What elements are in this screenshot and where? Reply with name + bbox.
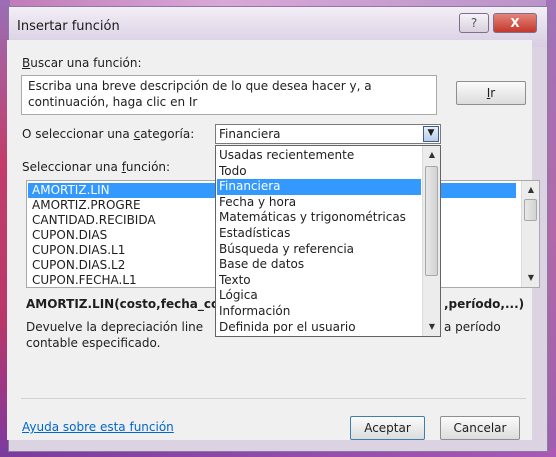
chevron-down-icon[interactable]: ▼ bbox=[423, 126, 439, 142]
dropdown-option[interactable]: Usadas recientemente bbox=[217, 148, 421, 164]
accept-button[interactable]: Aceptar bbox=[350, 416, 425, 440]
function-syntax-right: ,período,...) bbox=[444, 297, 525, 311]
category-select[interactable]: Financiera ▼ bbox=[215, 124, 441, 144]
dropdown-option[interactable]: Todo bbox=[217, 164, 421, 180]
dropdown-option[interactable]: Búsqueda y referencia bbox=[217, 242, 421, 258]
dropdown-option[interactable]: Matemáticas y trigonométricas bbox=[217, 210, 421, 226]
scroll-down-icon[interactable]: ▼ bbox=[524, 271, 538, 285]
search-input-line2: continuación, haga clic en Ir bbox=[28, 95, 198, 109]
cancel-button[interactable]: Cancelar bbox=[440, 416, 520, 440]
dropdown-option-selected[interactable]: Financiera bbox=[217, 179, 421, 195]
dropdown-option[interactable]: Fecha y hora bbox=[217, 195, 421, 211]
dropdown-option[interactable]: Definida por el usuario bbox=[217, 320, 421, 336]
dropdown-option[interactable]: Información bbox=[217, 304, 421, 320]
function-list-scrollbar[interactable]: ▲ ▼ bbox=[521, 181, 539, 287]
question-icon: ? bbox=[470, 16, 478, 30]
help-link[interactable]: Ayuda sobre esta función bbox=[22, 420, 174, 434]
close-icon: X bbox=[510, 16, 520, 30]
scroll-down-icon[interactable]: ▼ bbox=[425, 320, 439, 334]
go-button[interactable]: Ir bbox=[456, 81, 526, 105]
dialog-title: Insertar función bbox=[17, 19, 120, 34]
dropdown-option[interactable]: Estadísticas bbox=[217, 226, 421, 242]
close-button[interactable]: X bbox=[493, 13, 537, 33]
category-selected-value: Financiera bbox=[219, 127, 281, 141]
function-description-line2: contable especificado. bbox=[26, 336, 161, 350]
footer-divider bbox=[21, 398, 526, 399]
help-button[interactable]: ? bbox=[459, 13, 489, 33]
search-label: Buscar una función: bbox=[22, 56, 142, 70]
scrollbar-thumb[interactable] bbox=[524, 199, 537, 221]
dropdown-option[interactable]: Lógica bbox=[217, 288, 421, 304]
function-description-line1-right: a período bbox=[444, 320, 501, 334]
scrollbar-thumb[interactable] bbox=[425, 166, 438, 276]
function-syntax-left: AMORTIZ.LIN(costo,fecha_co bbox=[26, 297, 220, 311]
scroll-up-icon[interactable]: ▲ bbox=[425, 148, 439, 162]
search-input-line1: Escriba una breve descripción de lo que … bbox=[28, 79, 372, 93]
search-input[interactable]: Escriba una breve descripción de lo que … bbox=[21, 75, 437, 115]
dropdown-option[interactable]: Texto bbox=[217, 273, 421, 289]
dropdown-scrollbar[interactable]: ▲ ▼ bbox=[422, 146, 440, 336]
category-dropdown-list[interactable]: Usadas recientemente Todo Financiera Fec… bbox=[215, 145, 441, 337]
scroll-up-icon[interactable]: ▲ bbox=[524, 183, 538, 197]
function-list-label: Seleccionar una función: bbox=[22, 160, 171, 174]
function-description-line1-left: Devuelve la depreciación line bbox=[26, 320, 204, 334]
dropdown-option[interactable]: Base de datos bbox=[217, 257, 421, 273]
category-label: O seleccionar una categoría: bbox=[22, 127, 195, 141]
